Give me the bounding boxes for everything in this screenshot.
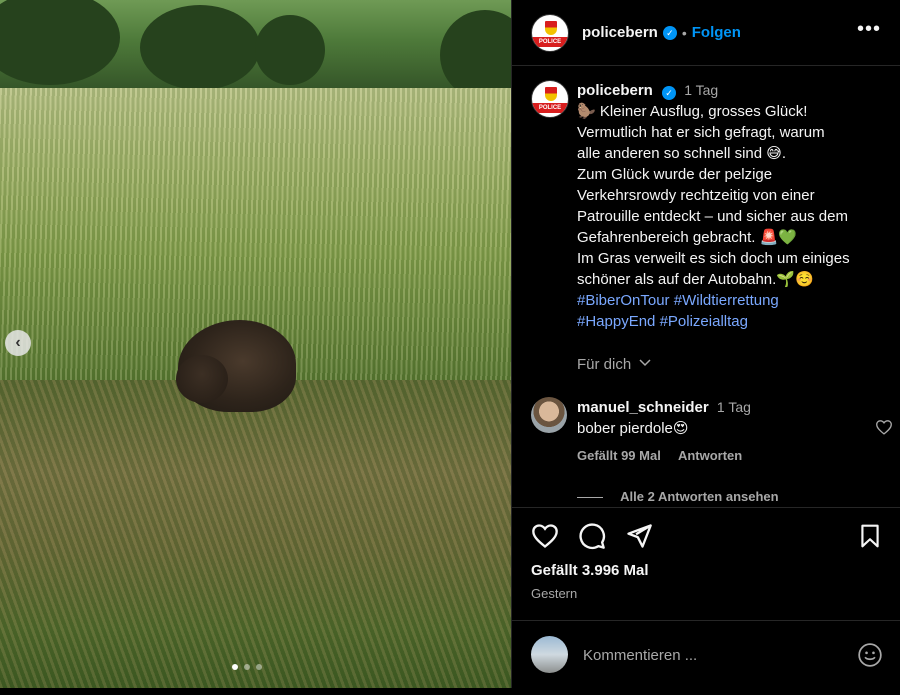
post-side-panel: POLICE policebern ✓ • Folgen ••• POLICE …: [511, 0, 900, 688]
hashtag-link[interactable]: #HappyEnd: [577, 313, 655, 330]
view-replies-label: Alle 2 Antworten ansehen: [620, 489, 779, 504]
comment-input[interactable]: [583, 640, 833, 670]
follow-button[interactable]: Folgen: [692, 24, 741, 41]
carousel-dot[interactable]: [256, 664, 262, 670]
caption-line: Zum Glück wurde der pelzige: [577, 166, 773, 183]
caption-line: alle anderen so schnell sind 😅.: [577, 145, 787, 162]
for-you-link[interactable]: Für dich: [577, 356, 651, 373]
caption-line: Im Gras verweilt es sich doch um einiges: [577, 250, 850, 267]
caption-line: 🦫 Kleiner Ausflug, grosses Glück!: [577, 103, 808, 120]
carousel-dot[interactable]: [232, 664, 238, 670]
heart-icon[interactable]: [531, 522, 559, 550]
comment-composer: [531, 636, 883, 674]
reply-button[interactable]: Antworten: [678, 448, 742, 463]
divider: [512, 507, 900, 508]
header-username[interactable]: policebern: [582, 24, 658, 41]
caption-line: Vermutlich hat er sich gefragt, warum: [577, 124, 825, 141]
hashtag-link[interactable]: #Polizeialltag: [660, 313, 748, 330]
comment-text: bober pierdole😍: [577, 420, 689, 437]
comment-timestamp[interactable]: 1 Tag: [717, 399, 751, 415]
caption-line: Patrouille entdeckt – und sicher aus dem: [577, 208, 848, 225]
avatar[interactable]: [531, 397, 567, 433]
likes-count[interactable]: Gefällt 3.996 Mal: [531, 562, 649, 579]
post-header: POLICE policebern ✓ • Folgen •••: [512, 0, 900, 66]
caption-line: Gefahrenbereich gebracht. 🚨💚: [577, 229, 797, 246]
header-separator: •: [681, 24, 687, 41]
avatar-band-text: POLICE: [532, 103, 568, 113]
divider: [512, 620, 900, 621]
bern-coat-of-arms-icon: [545, 20, 557, 35]
carousel-prev-button[interactable]: ‹: [5, 330, 31, 356]
comment-icon[interactable]: [578, 522, 606, 550]
tree-cluster: [255, 15, 325, 85]
bern-coat-of-arms-icon: [545, 87, 557, 101]
replies-divider: [577, 497, 603, 499]
smiley-icon[interactable]: [857, 642, 883, 668]
comment-meta: Gefällt 99 Mal Antworten: [577, 448, 893, 463]
post-date[interactable]: Gestern: [531, 586, 577, 601]
verified-badge-icon: ✓: [662, 86, 677, 100]
tree-cluster: [140, 5, 260, 90]
verified-badge-icon: ✓: [662, 25, 677, 40]
caption-line: schöner als auf der Autobahn.🌱☺️: [577, 271, 814, 288]
more-options-icon[interactable]: •••: [857, 19, 881, 39]
view-replies-button[interactable]: Alle 2 Antworten ansehen: [577, 489, 779, 504]
caption-line: Verkehrsrowdy rechtzeitig von einer: [577, 187, 815, 204]
avatar[interactable]: POLICE: [531, 13, 569, 52]
comment-body: manuel_schneider 1 Tag bober pierdole😍: [577, 397, 893, 439]
caption-text: policebern ✓ 1 Tag 🦫 Kleiner Ausflug, gr…: [577, 80, 893, 332]
caption: POLICE policebern ✓ 1 Tag 🦫 Kleiner Ausf…: [531, 80, 893, 332]
carousel-dot[interactable]: [244, 664, 250, 670]
carousel-dots: [232, 664, 262, 670]
caption-username[interactable]: policebern: [577, 82, 653, 99]
action-bar: [531, 522, 883, 554]
comment-username[interactable]: manuel_schneider: [577, 399, 709, 416]
comment: manuel_schneider 1 Tag bober pierdole😍 G…: [531, 397, 893, 463]
heart-icon[interactable]: [875, 419, 893, 435]
avatar: [531, 636, 568, 673]
hashtag-link[interactable]: #Wildtierrettung: [674, 292, 779, 309]
chevron-down-icon: [639, 359, 651, 367]
comment-likes-link[interactable]: Gefällt 99 Mal: [577, 448, 661, 463]
hashtag-link[interactable]: #BiberOnTour: [577, 292, 670, 309]
for-you-label: Für dich: [577, 356, 632, 373]
paper-plane-icon[interactable]: [625, 522, 653, 550]
caption-timestamp[interactable]: 1 Tag: [684, 82, 718, 98]
avatar-band-text: POLICE: [532, 36, 568, 47]
bookmark-icon[interactable]: [857, 522, 883, 550]
beaver-head: [176, 355, 228, 403]
avatar[interactable]: POLICE: [531, 80, 569, 118]
grass-ground: [0, 380, 511, 688]
post-photo: ‹: [0, 0, 511, 688]
